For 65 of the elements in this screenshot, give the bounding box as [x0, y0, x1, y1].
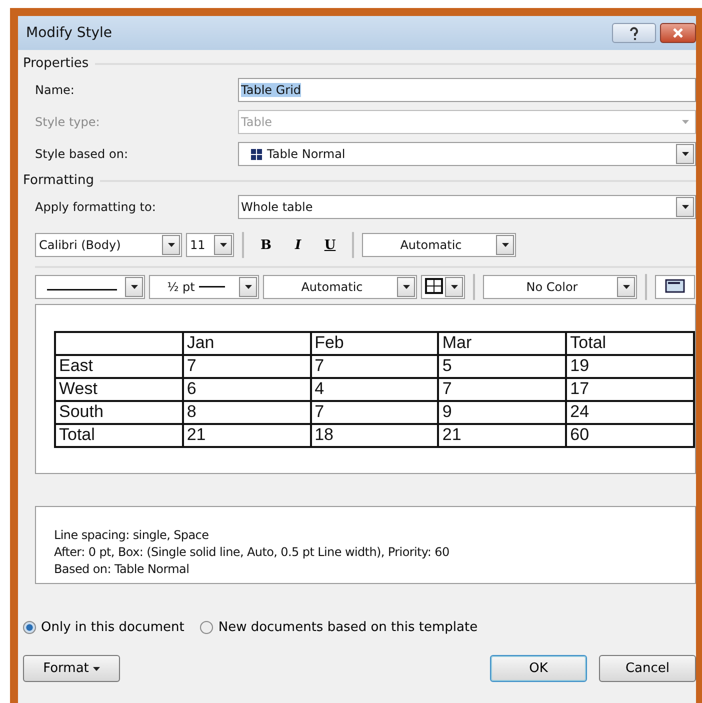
table-cell: East — [55, 354, 183, 378]
input-field[interactable]: Table Grid — [238, 78, 696, 102]
table-cell: 4 — [310, 378, 438, 400]
description-text: Line spacing: single, Space — [54, 527, 210, 544]
table-cell: Feb — [310, 332, 438, 354]
line-weight-dropdown[interactable]: ½ pt — [149, 275, 259, 299]
field-label: Apply formatting to: — [35, 200, 157, 214]
help-button[interactable] — [612, 23, 656, 43]
line-weight-text: ½ pt — [167, 280, 195, 294]
section-heading: Formatting — [23, 173, 94, 188]
line-style-dropdown[interactable] — [35, 275, 145, 299]
line-sample-icon — [198, 286, 225, 288]
table-cell: 21 — [182, 424, 311, 446]
table-cell: 60 — [566, 424, 694, 446]
table-cell: Total — [566, 332, 694, 354]
table-cell: 6 — [182, 378, 311, 400]
description-text: Based on: Table Normal — [54, 561, 190, 578]
close-button[interactable] — [660, 23, 696, 43]
field-label: Style based on: — [35, 147, 129, 161]
description-text: After: 0 pt, Box: (Single solid line, Auto, 0.5 pt Line width), Priority: 60 — [54, 544, 450, 561]
radio-option[interactable]: New documents based on this template — [200, 620, 478, 635]
table-cell: Mar — [438, 332, 566, 354]
table-cell: 19 — [566, 354, 694, 378]
window-title: Modify Style — [26, 25, 114, 41]
table-cell: Jan — [182, 332, 311, 354]
table-cell: South — [55, 400, 183, 424]
table-cell: 7 — [310, 354, 438, 378]
shading-dropdown[interactable]: No Color — [483, 275, 637, 299]
table-cell: 18 — [310, 424, 438, 446]
dropdown-field[interactable]: Whole table — [238, 195, 696, 219]
dropdown-arrow-icon — [682, 120, 689, 124]
table-cell: 21 — [438, 424, 566, 446]
field-label: Style type: — [35, 115, 101, 129]
grid-icon — [424, 278, 442, 294]
italic-button[interactable]: I — [284, 233, 312, 257]
dropdown-field[interactable]: Table Normal — [238, 142, 696, 166]
table-cell: Total — [55, 424, 183, 446]
table-cell: 7 — [182, 354, 311, 378]
help-icon — [629, 26, 639, 40]
table-cell: 5 — [438, 354, 566, 378]
close-icon — [673, 28, 683, 38]
table-cell: 8 — [182, 400, 311, 424]
size-dropdown[interactable]: 11 — [186, 233, 234, 257]
section-heading: Properties — [23, 56, 89, 71]
font-color-dropdown[interactable]: Automatic — [362, 233, 516, 257]
table-cell: 9 — [438, 400, 566, 424]
shading-icon — [665, 278, 685, 294]
radio-option[interactable]: Only in this document — [23, 620, 184, 635]
borders-button[interactable] — [421, 275, 465, 299]
table-cell: 24 — [566, 400, 694, 424]
table-cell: West — [55, 378, 183, 400]
table-cell: 7 — [438, 378, 566, 400]
border-color-dropdown[interactable]: Automatic — [263, 275, 417, 299]
format-menu-button[interactable]: Format — [23, 655, 120, 682]
dialog-button[interactable]: OK — [490, 655, 587, 682]
field-label: Name: — [35, 83, 76, 97]
table-cell: 17 — [566, 378, 694, 400]
line-style-icon — [47, 289, 117, 291]
dialog-button[interactable]: Cancel — [599, 655, 696, 682]
underline-button[interactable]: U — [316, 233, 344, 257]
table-cell: 7 — [310, 400, 438, 424]
font-dropdown[interactable]: Calibri (Body) — [35, 233, 182, 257]
caret-icon — [92, 666, 100, 670]
shading-button[interactable] — [655, 275, 695, 299]
bold-button[interactable]: B — [252, 233, 280, 257]
